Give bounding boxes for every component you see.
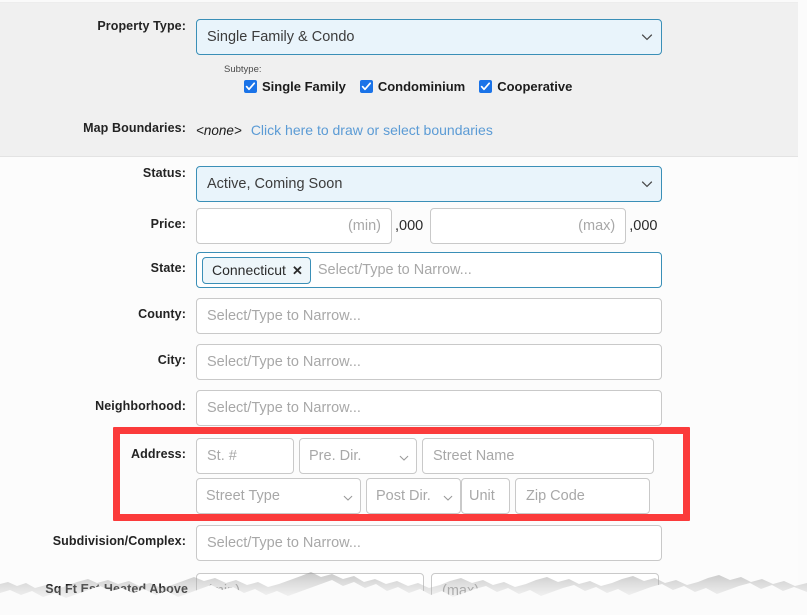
subtype-checkbox-cooperative[interactable]: Cooperative: [479, 79, 572, 94]
state-chip-connecticut[interactable]: Connecticut ✕: [202, 256, 311, 284]
close-icon[interactable]: ✕: [292, 264, 303, 277]
right-edge-strip: [798, 0, 807, 615]
chevron-down-icon: [641, 178, 653, 189]
subdivision-input[interactable]: Select/Type to Narrow...: [196, 525, 662, 561]
map-boundaries-label: Map Boundaries:: [83, 121, 186, 135]
checkbox-checked-icon[interactable]: [359, 80, 373, 93]
city-input[interactable]: Select/Type to Narrow...: [196, 344, 662, 380]
subtype-checkbox-condominium[interactable]: Condominium: [359, 79, 466, 94]
property-type-select[interactable]: Single Family & Condo: [196, 19, 662, 55]
search-form-screen: Property Type: Single Family & Condo Sub…: [0, 0, 807, 615]
price-max-suffix: ,000: [629, 218, 658, 234]
price-min-placeholder: (min): [347, 218, 381, 234]
neighborhood-label: Neighborhood:: [95, 399, 186, 413]
sqft-min-input[interactable]: (min): [196, 573, 424, 609]
price-min-input[interactable]: (min): [196, 208, 392, 244]
city-label: City:: [157, 353, 186, 367]
county-placeholder: Select/Type to Narrow...: [207, 308, 361, 324]
row-price: Price: (min) ,000 (max) ,000: [0, 208, 657, 244]
address-highlight-box: [113, 427, 690, 521]
checkbox-checked-icon[interactable]: [479, 80, 493, 93]
price-min-suffix: ,000: [395, 218, 424, 234]
property-type-value: Single Family & Condo: [207, 29, 355, 45]
state-chip-label: Connecticut: [212, 262, 286, 278]
city-placeholder: Select/Type to Narrow...: [207, 354, 361, 370]
sqft-min-placeholder: (min): [207, 583, 241, 599]
map-boundaries-value: <none>: [196, 122, 242, 138]
price-max-input[interactable]: (max): [430, 208, 627, 244]
row-map-boundaries: Map Boundaries: <none> Click here to dra…: [0, 121, 493, 138]
state-placeholder: Select/Type to Narrow...: [317, 262, 472, 278]
subtype-caption: Subtype:: [224, 64, 262, 75]
subtype-label: Condominium: [377, 79, 466, 94]
row-sqft: Sq Ft Est Heated Above (min) (max): [0, 573, 659, 609]
map-boundaries-draw-link[interactable]: Click here to draw or select boundaries: [251, 122, 493, 138]
subtype-checkbox-list: Single Family Condominium Cooperative: [224, 79, 572, 94]
sqft-max-placeholder: (max): [442, 583, 480, 599]
county-label: County:: [138, 307, 186, 321]
sqft-label: Sq Ft Est Heated Above: [45, 582, 188, 596]
row-subdivision: Subdivision/Complex: Select/Type to Narr…: [0, 525, 662, 561]
checkbox-checked-icon[interactable]: [244, 80, 257, 93]
status-label: Status:: [142, 166, 186, 180]
chevron-down-icon: [641, 31, 653, 42]
neighborhood-placeholder: Select/Type to Narrow...: [207, 400, 361, 416]
row-city: City: Select/Type to Narrow...: [0, 344, 662, 380]
row-county: County: Select/Type to Narrow...: [0, 298, 662, 334]
subtype-checkbox-single-family[interactable]: Single Family: [244, 79, 346, 94]
state-token-field[interactable]: Connecticut ✕ Select/Type to Narrow...: [196, 252, 662, 288]
row-status: Status: Active, Coming Soon: [0, 166, 662, 202]
row-state: State: Connecticut ✕ Select/Type to Narr…: [0, 252, 662, 288]
neighborhood-input[interactable]: Select/Type to Narrow...: [196, 390, 662, 426]
subdivision-label: Subdivision/Complex:: [52, 534, 186, 548]
subtype-block: Subtype: Single Family Condominium Coope…: [224, 64, 572, 94]
subdivision-placeholder: Select/Type to Narrow...: [207, 535, 361, 551]
status-select[interactable]: Active, Coming Soon: [196, 166, 662, 202]
price-max-placeholder: (max): [578, 218, 616, 234]
row-neighborhood: Neighborhood: Select/Type to Narrow...: [0, 390, 662, 426]
subtype-label: Cooperative: [497, 79, 573, 94]
sqft-max-input[interactable]: (max): [431, 573, 659, 609]
property-type-label: Property Type:: [97, 19, 186, 33]
county-input[interactable]: Select/Type to Narrow...: [196, 298, 662, 334]
subtype-label: Single Family: [262, 79, 346, 94]
state-label: State:: [150, 261, 186, 275]
price-label: Price:: [150, 217, 186, 231]
status-value: Active, Coming Soon: [207, 176, 343, 192]
row-property-type: Property Type: Single Family & Condo: [0, 19, 662, 55]
